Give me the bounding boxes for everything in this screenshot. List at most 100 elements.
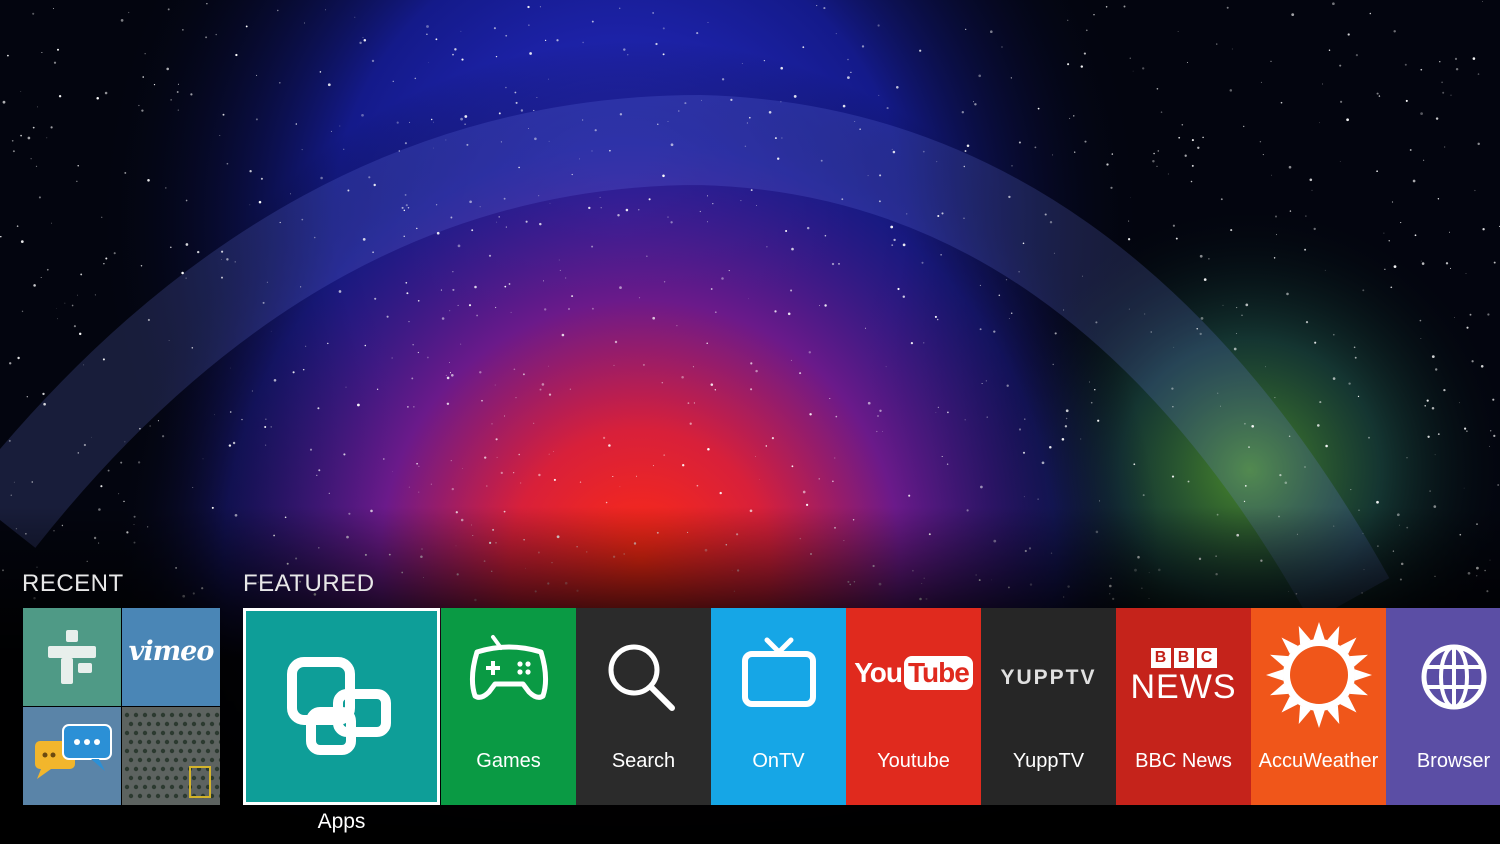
gamepad-icon [469, 635, 548, 700]
photo-texture-dot [133, 784, 139, 790]
photo-texture-dot [187, 748, 193, 754]
photo-texture-dot [191, 775, 197, 781]
photo-texture-dot [169, 784, 175, 790]
photo-texture-dot [164, 757, 170, 763]
photo-texture-dot [173, 721, 179, 727]
photo-texture-dot [160, 766, 166, 772]
bbc-box-3: C [1196, 648, 1217, 668]
bbc-news-label: BBC News [1135, 750, 1232, 772]
games-tile[interactable]: Games [441, 608, 576, 805]
photo-texture-dot [196, 748, 202, 754]
photo-texture-dot [151, 748, 157, 754]
browser-label: Browser [1416, 750, 1491, 772]
photo-texture-dot [169, 748, 175, 754]
photo-texture-dot [155, 775, 161, 781]
youtube-logo: You Tube [854, 656, 973, 690]
photo-texture-dot [182, 721, 188, 727]
photo-texture-dot [191, 739, 197, 745]
photo-texture-dot [133, 730, 139, 736]
photo-texture-dot [196, 730, 202, 736]
photo-texture-dot [214, 748, 220, 754]
photo-texture-dot [160, 730, 166, 736]
photo-texture-dot [142, 784, 148, 790]
photo-texture-dot [214, 766, 220, 772]
accuweather-tile[interactable]: AccuWeather [1251, 608, 1386, 805]
photo-texture-dot [214, 730, 220, 736]
sun-ray [1312, 622, 1325, 640]
photo-texture-dot [151, 766, 157, 772]
photo-texture-dot [182, 793, 188, 799]
photo-texture-dot [178, 784, 184, 790]
photo-texture-dot [146, 721, 152, 727]
recent-photo-tile[interactable] [122, 707, 220, 805]
photo-texture-dot [200, 739, 206, 745]
recent-tunein-tile[interactable] [23, 608, 121, 706]
photo-texture-dot [155, 757, 161, 763]
yupptv-label: YuppTV [1012, 750, 1085, 772]
tv-icon [741, 637, 816, 707]
photo-texture-dot [209, 739, 215, 745]
sun-icon [1265, 622, 1372, 728]
photo-texture-dot [182, 739, 188, 745]
search-label: Search [611, 750, 676, 772]
photo-texture-dot [137, 757, 143, 763]
photo-texture-dot [155, 721, 161, 727]
photo-texture-dot [209, 757, 215, 763]
youtube-logo-tube: Tube [904, 656, 973, 690]
photo-texture-dot [133, 748, 139, 754]
photo-texture-dot [142, 712, 148, 718]
yupptv-logo: YUPPTV [1000, 666, 1097, 689]
photo-texture-dot [182, 775, 188, 781]
vimeo-logo: vimeo [128, 636, 215, 667]
photo-texture-dot [164, 739, 170, 745]
photo-texture-dot [128, 739, 134, 745]
photo-texture-dot [200, 757, 206, 763]
photo-texture-dot [151, 730, 157, 736]
photo-texture-dot [155, 793, 161, 799]
photo-texture-dot [160, 712, 166, 718]
yupptv-tile[interactable]: YUPPTV YuppTV [981, 608, 1116, 805]
photo-texture-dot [169, 766, 175, 772]
photo-texture-dot [142, 766, 148, 772]
photo-texture-dot [124, 730, 130, 736]
photo-texture-dot [178, 766, 184, 772]
ontv-tile[interactable]: OnTV [711, 608, 846, 805]
photo-texture-dot [151, 712, 157, 718]
featured-section-title: FEATURED [243, 570, 375, 597]
search-tile[interactable]: Search [576, 608, 711, 805]
photo-texture-dot [196, 784, 202, 790]
photo-texture-dot [133, 712, 139, 718]
apps-label: Apps [317, 810, 366, 833]
games-label: Games [476, 750, 541, 772]
photo-texture-dot [137, 721, 143, 727]
photo-texture-dot [164, 793, 170, 799]
youtube-label: Youtube [877, 750, 950, 772]
recent-vimeo-tile[interactable]: vimeo [122, 608, 220, 706]
globe-icon [1421, 644, 1486, 710]
photo-texture-dot [124, 766, 130, 772]
photo-texture-dot [133, 766, 139, 772]
youtube-logo-you: You [854, 657, 903, 688]
photo-texture-dot [155, 739, 161, 745]
youtube-tile[interactable]: You Tube Youtube [846, 608, 981, 805]
accuweather-label: AccuWeather [1258, 750, 1379, 772]
photo-texture-dot [187, 712, 193, 718]
photo-texture-dot [214, 784, 220, 790]
bbc-news-tile[interactable]: B B C NEWS BBC News [1116, 608, 1251, 805]
recent-apps-grid[interactable]: vimeo [23, 608, 220, 805]
photo-texture-dot [173, 793, 179, 799]
photo-texture-dot [160, 748, 166, 754]
photo-texture-dot [160, 784, 166, 790]
recent-chat-tile[interactable] [23, 707, 121, 805]
photo-texture-dot [209, 721, 215, 727]
chat-bubbles-icon [35, 724, 112, 779]
browser-tile[interactable]: Browser [1386, 608, 1500, 805]
photo-texture-dot [146, 793, 152, 799]
apps-tile[interactable] [243, 608, 440, 805]
bbc-box-2: B [1173, 648, 1194, 668]
bbc-news-logo: B B C NEWS [1116, 632, 1251, 707]
search-icon [608, 644, 675, 711]
photo-texture-dot [164, 775, 170, 781]
photo-texture-dot [128, 775, 134, 781]
photo-texture-dot [200, 775, 206, 781]
